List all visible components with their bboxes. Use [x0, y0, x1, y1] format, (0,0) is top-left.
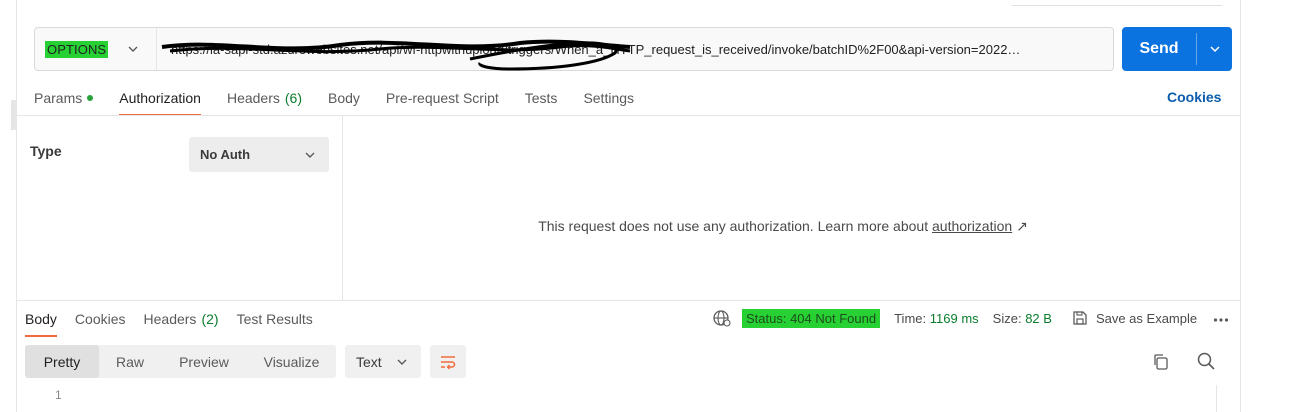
line-number: 1 — [55, 388, 62, 402]
tab-pre-request-script-label: Pre-request Script — [385, 90, 499, 106]
save-icon — [1073, 311, 1087, 325]
tab-params-label: Params — [34, 90, 83, 106]
more-options-icon[interactable] — [1213, 311, 1229, 326]
resp-tab-test-results-label: Test Results — [236, 310, 313, 327]
mode-pretty[interactable]: Pretty — [25, 345, 99, 378]
tab-tests[interactable]: Tests — [525, 81, 558, 115]
tab-settings[interactable]: Settings — [583, 81, 634, 115]
tab-headers-label: Headers — [226, 90, 280, 106]
tab-tests-label: Tests — [524, 90, 558, 106]
method-label: OPTIONS — [45, 40, 109, 58]
save-as-example-label: Save as Example — [1095, 310, 1198, 326]
chevron-down-icon — [395, 355, 409, 369]
resp-tab-test-results[interactable]: Test Results — [237, 302, 313, 336]
search-icon[interactable] — [1196, 351, 1216, 371]
copy-icon[interactable] — [1151, 352, 1171, 372]
chevron-down-icon — [126, 42, 140, 56]
auth-message: This request does not use any authorizat… — [343, 218, 1223, 235]
time-value: 1169 ms — [929, 310, 979, 326]
params-indicator-dot — [87, 95, 94, 101]
external-link-icon: ↗ — [1016, 218, 1028, 234]
mode-visualize[interactable]: Visualize — [247, 345, 336, 378]
auth-type-label: Type — [30, 143, 62, 159]
view-mode-segmented: Pretty Raw Preview Visualize — [25, 345, 336, 378]
mode-raw[interactable]: Raw — [99, 345, 161, 378]
save-as-example-button[interactable]: Save as Example — [1072, 310, 1197, 326]
response-scrollbar[interactable] — [1216, 385, 1230, 412]
wrap-lines-icon — [441, 355, 456, 369]
auth-type-value: No Auth — [200, 147, 251, 162]
top-toolbar-edge — [1012, 0, 1222, 6]
tab-pre-request-script[interactable]: Pre-request Script — [386, 81, 499, 115]
status-code[interactable]: Status: 404 Not Found — [742, 308, 881, 328]
chevron-down-icon — [303, 148, 317, 162]
tab-body[interactable]: Body — [328, 81, 360, 115]
send-label[interactable]: Send — [1122, 27, 1196, 71]
response-status-bar: Status: 404 Not Found Time: 1169 ms Size… — [712, 306, 1229, 330]
resp-tab-headers-label: Headers — [143, 310, 197, 327]
request-tabs: Params Authorization Headers (6) Body Pr… — [34, 80, 660, 116]
resp-tab-headers-count: (2) — [201, 310, 219, 327]
resp-tab-body-label: Body — [25, 310, 57, 327]
tab-params[interactable]: Params — [34, 81, 94, 115]
tab-authorization[interactable]: Authorization — [119, 81, 201, 116]
send-options-chevron-icon[interactable] — [1197, 27, 1232, 71]
globe-icon[interactable] — [712, 308, 732, 328]
cookies-link[interactable]: Cookies — [1167, 89, 1221, 105]
response-tabs: Body Cookies Headers (2) Test Results — [25, 302, 331, 337]
auth-message-text: This request does not use any authorizat… — [538, 218, 929, 234]
time-label: Time: — [894, 310, 927, 326]
response-time[interactable]: Time: 1169 ms — [894, 311, 979, 326]
tab-headers[interactable]: Headers (6) — [227, 81, 302, 115]
response-size[interactable]: Size: 82 B — [993, 311, 1052, 326]
authorization-docs-link[interactable]: authorization — [932, 218, 1012, 234]
size-label: Size: — [992, 310, 1022, 326]
response-format-value: Text — [356, 353, 382, 370]
resp-tab-cookies-label: Cookies — [74, 310, 126, 327]
resp-tab-headers[interactable]: Headers (2) — [144, 302, 219, 336]
response-format-select[interactable]: Text — [345, 345, 421, 378]
method-select[interactable]: OPTIONS — [35, 28, 157, 70]
tab-headers-count: (6) — [284, 90, 302, 106]
wrap-lines-button[interactable] — [430, 345, 466, 378]
mode-preview[interactable]: Preview — [161, 345, 247, 378]
tab-settings-label: Settings — [583, 90, 635, 106]
tab-authorization-label: Authorization — [119, 90, 201, 106]
send-button[interactable]: Send — [1122, 27, 1232, 71]
resp-tab-cookies[interactable]: Cookies — [75, 302, 126, 336]
auth-type-select[interactable]: No Auth — [189, 137, 329, 172]
resp-tab-body[interactable]: Body — [25, 302, 57, 337]
tab-body-label: Body — [328, 90, 360, 106]
redaction-scribble — [161, 39, 631, 71]
size-value: 82 B — [1025, 310, 1052, 326]
